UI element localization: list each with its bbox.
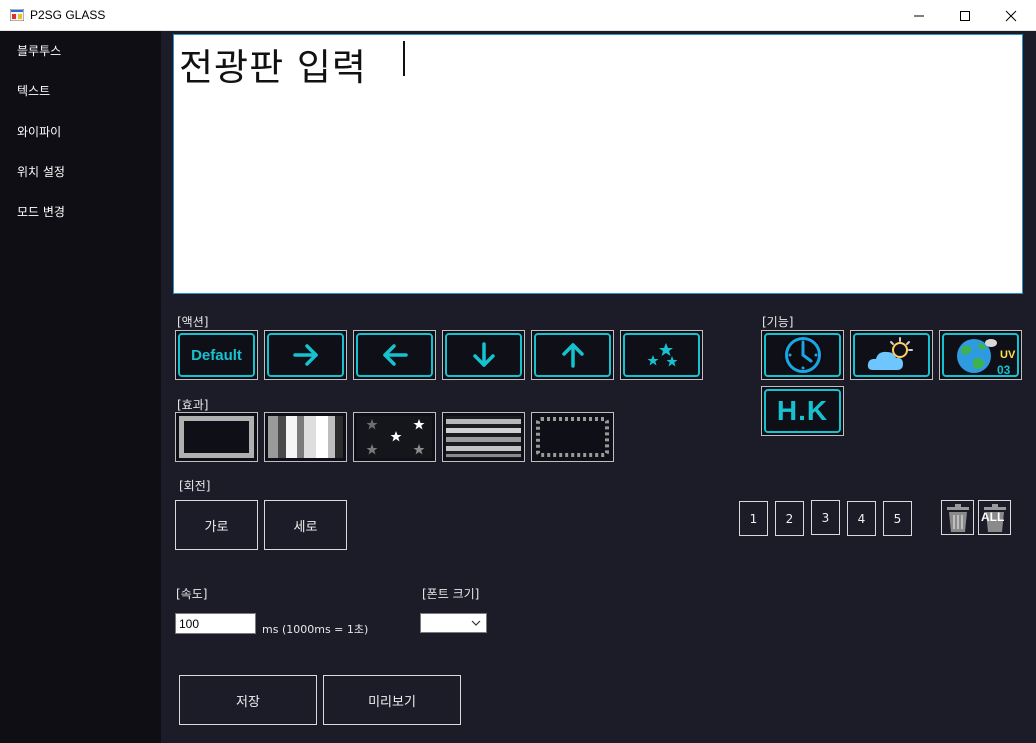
action-default-button[interactable]: Default xyxy=(175,330,258,380)
sidebar-item-location[interactable]: 위치 설정 xyxy=(17,163,65,180)
stars-effect-icon xyxy=(357,416,432,458)
hk-label: H.K xyxy=(776,395,829,426)
effects-label: [효과] xyxy=(177,398,209,412)
weather-icon xyxy=(867,337,913,370)
arrow-right-icon xyxy=(292,344,318,366)
sidebar: 블루투스 텍스트 와이파이 위치 설정 모드 변경 xyxy=(0,31,161,743)
sidebar-item-mode[interactable]: 모드 변경 xyxy=(17,203,65,220)
preview-button[interactable]: 미리보기 xyxy=(323,675,461,725)
sparkle-stars-icon xyxy=(647,343,677,367)
minimize-icon xyxy=(914,15,924,16)
sidebar-item-text[interactable]: 텍스트 xyxy=(17,82,50,99)
delete-all-label: ALL xyxy=(981,510,1005,524)
close-button[interactable] xyxy=(988,0,1034,31)
slot-1-button[interactable]: 1 xyxy=(739,501,768,536)
vertical-stripes-icon xyxy=(268,416,343,458)
close-icon xyxy=(1005,10,1017,21)
arrow-left-icon xyxy=(382,344,408,366)
effect-frame-button[interactable] xyxy=(175,412,258,462)
minimize-button[interactable] xyxy=(896,0,942,31)
font-size-label: [폰트 크기] xyxy=(422,587,480,601)
function-clock-button[interactable] xyxy=(761,330,844,380)
chevron-down-icon xyxy=(471,620,481,626)
uv-value: 03 xyxy=(997,363,1011,377)
slot-2-button[interactable]: 2 xyxy=(775,501,804,536)
function-hk-button[interactable]: H.K xyxy=(761,386,844,436)
arrow-up-icon xyxy=(561,343,584,368)
effect-dotted-border-button[interactable] xyxy=(531,412,614,462)
effect-stars-button[interactable] xyxy=(353,412,436,462)
action-right-button[interactable] xyxy=(264,330,347,380)
action-default-label: Default xyxy=(191,346,242,364)
title-bar: P2SG GLASS xyxy=(0,0,1036,31)
text-caret xyxy=(403,41,405,76)
display-text-value: 전광판 입력 xyxy=(179,46,367,89)
action-down-button[interactable] xyxy=(442,330,525,380)
maximize-button[interactable] xyxy=(942,0,988,31)
window-title: P2SG GLASS xyxy=(30,8,106,22)
speed-unit-text: ms (1000ms = 1초) xyxy=(262,623,369,636)
slot-4-button[interactable]: 4 xyxy=(847,501,876,536)
function-weather-button[interactable] xyxy=(850,330,933,380)
effect-horizontal-stripes-button[interactable] xyxy=(442,412,525,462)
effect-vertical-stripes-button[interactable] xyxy=(264,412,347,462)
save-button[interactable]: 저장 xyxy=(179,675,317,725)
font-size-select[interactable] xyxy=(420,613,487,633)
display-text-input[interactable]: 전광판 입력 xyxy=(173,34,1023,294)
dotted-border-icon xyxy=(535,416,610,458)
functions-label: [기능] xyxy=(762,315,794,329)
slot-3-button[interactable]: 3 xyxy=(811,500,840,535)
globe-icon xyxy=(957,339,997,373)
delete-button[interactable] xyxy=(941,500,974,535)
uv-label: UV xyxy=(1000,349,1016,361)
arrow-down-icon xyxy=(472,342,495,367)
slot-5-button[interactable]: 5 xyxy=(883,501,912,536)
frame-effect-icon xyxy=(179,416,254,458)
app-icon xyxy=(10,9,24,21)
speed-input[interactable] xyxy=(175,613,256,634)
sidebar-item-bluetooth[interactable]: 블루투스 xyxy=(17,42,61,59)
rotation-vertical-button[interactable]: 세로 xyxy=(264,500,347,550)
delete-all-button[interactable]: ALL xyxy=(978,500,1011,535)
function-uv-button[interactable]: UV 03 xyxy=(939,330,1022,380)
speed-label: [속도] xyxy=(176,587,208,601)
action-up-button[interactable] xyxy=(531,330,614,380)
action-sparkle-button[interactable] xyxy=(620,330,703,380)
clock-icon xyxy=(782,335,823,375)
actions-label: [액션] xyxy=(177,315,209,329)
trash-icon xyxy=(946,503,969,532)
horizontal-stripes-icon xyxy=(446,416,521,458)
rotation-horizontal-button[interactable]: 가로 xyxy=(175,500,258,550)
sidebar-item-wifi[interactable]: 와이파이 xyxy=(17,123,61,140)
rotation-label: [회전] xyxy=(179,479,211,493)
action-left-button[interactable] xyxy=(353,330,436,380)
maximize-icon xyxy=(960,10,970,21)
